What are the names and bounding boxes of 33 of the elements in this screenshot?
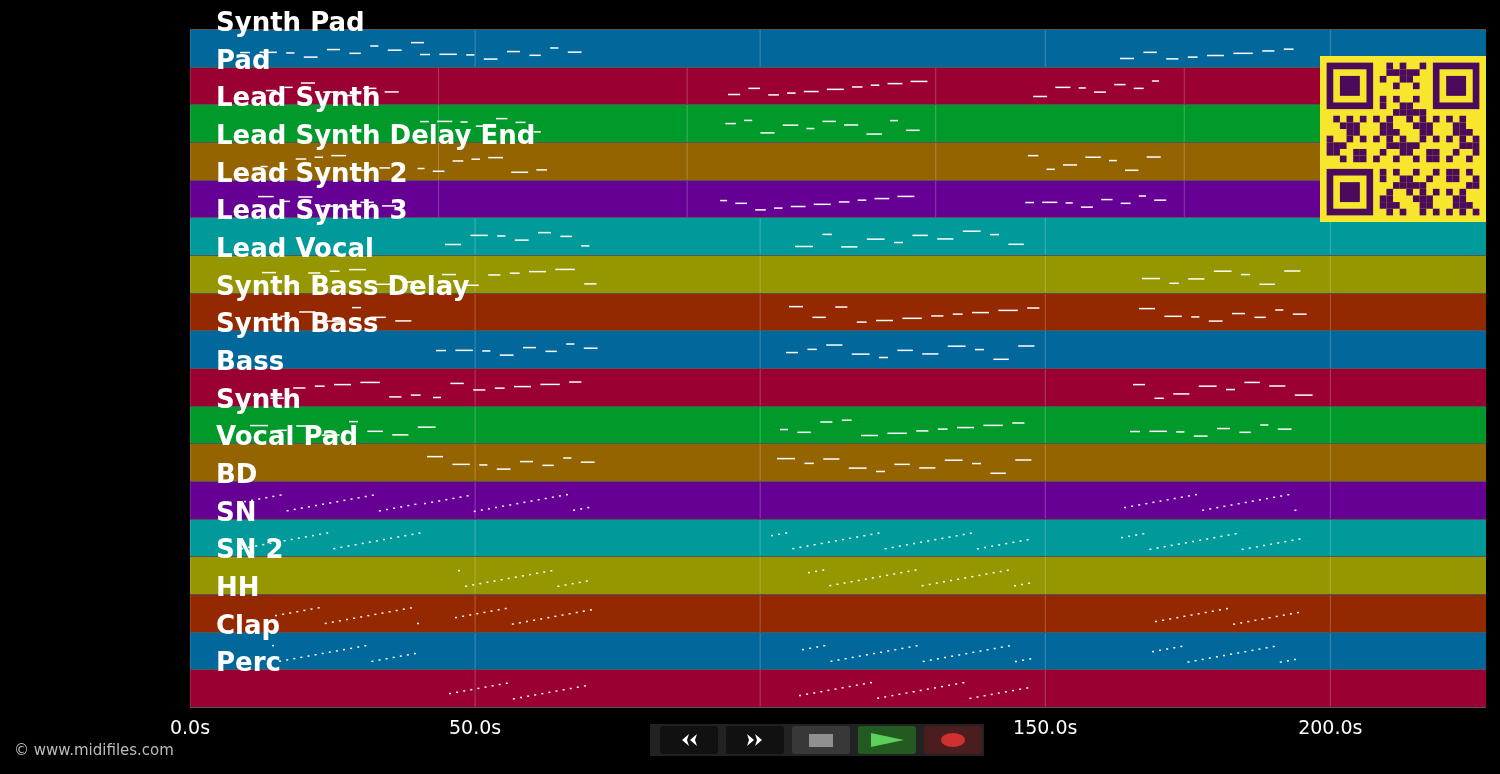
track-label: Lead Synth [216, 81, 381, 114]
fast-forward-icon [746, 732, 764, 748]
track-label: Pad [216, 43, 271, 76]
track-label: Lead Vocal [216, 231, 374, 264]
forward-button[interactable] [726, 726, 784, 754]
track-label: Bass [216, 344, 285, 377]
track-label: Lead Synth 2 [216, 156, 408, 189]
track-label: BD [216, 457, 258, 490]
track-label: Perc [216, 646, 281, 679]
track-label: SN 2 [216, 533, 284, 566]
track-label: Lead Synth 3 [216, 194, 408, 227]
copyright-text: © www.midifiles.com [14, 741, 174, 759]
rewind-button[interactable] [660, 726, 718, 754]
stop-button[interactable] [792, 726, 850, 754]
time-tick-label: 150.0s [1013, 716, 1078, 738]
track-label: Synth [216, 382, 302, 415]
stop-icon [808, 731, 834, 749]
time-tick-label: 50.0s [448, 716, 502, 738]
time-tick-label: 200.0s [1298, 716, 1363, 738]
track-label: Lead Synth Delay End [216, 118, 536, 151]
play-icon [869, 732, 905, 748]
play-button[interactable] [858, 726, 916, 754]
track-label: Synth Pad [216, 6, 365, 38]
track-label: Vocal Pad [216, 420, 358, 453]
record-icon [940, 732, 966, 748]
rewind-icon [680, 732, 698, 748]
track-label: Clap [216, 608, 281, 641]
track-label: Synth Bass Delay [216, 269, 470, 302]
track-label: SN [216, 495, 257, 528]
time-tick-label: 0.0s [169, 716, 211, 738]
track-label: Synth Bass [216, 307, 379, 340]
track-label: HH [216, 570, 260, 603]
record-button[interactable] [924, 726, 982, 754]
